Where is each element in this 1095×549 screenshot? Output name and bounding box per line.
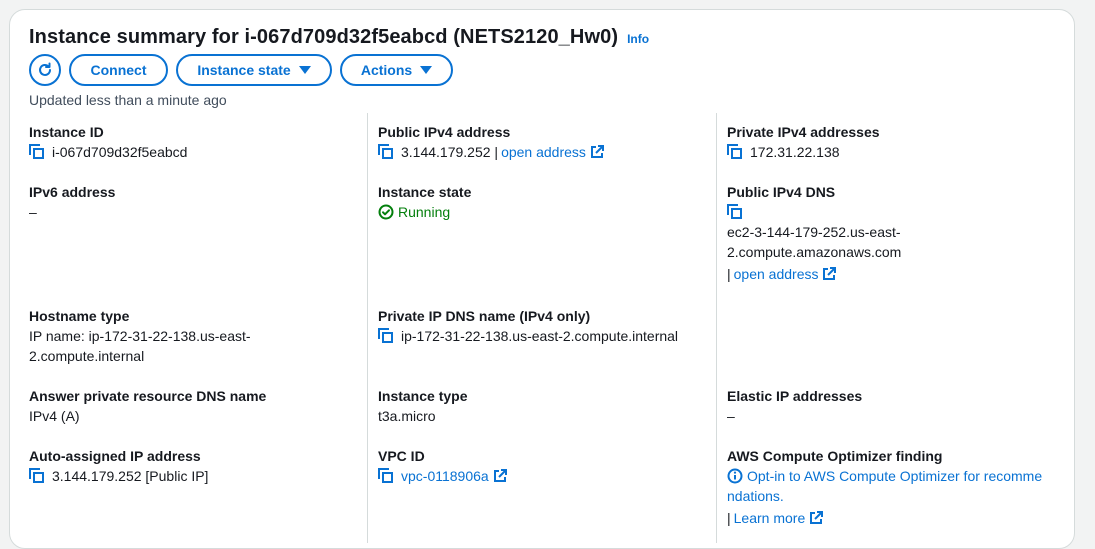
field-public-ipv4: Public IPv4 address 3.144.179.252 | open … [378,122,604,162]
instance-id-value: i-067d709d32f5eabcd [52,144,188,160]
copy-icon[interactable] [378,144,394,160]
private-dns-value: ip-172-31-22-138.us-east-2.compute.inter… [401,328,679,344]
field-label: Public IPv4 DNS [727,184,836,200]
field-label: Public IPv4 address [378,124,511,140]
field-instance-id: Instance ID i-067d709d32f5eabcd [29,122,187,162]
public-ipv4-value: 3.144.179.252 [401,144,491,160]
actions-label: Actions [360,62,413,78]
copy-icon[interactable] [29,468,45,484]
field-public-dns: Public IPv4 DNS ec2-3-144-179-252.us-eas… [727,182,901,284]
field-label: Hostname type [29,308,130,324]
field-hostname-type: Hostname type IP name: ip-172-31-22-138.… [29,306,251,366]
external-link-icon[interactable] [590,145,604,159]
field-label: Elastic IP addresses [727,388,863,404]
elastic-ip-value: – [727,408,735,424]
refresh-button[interactable] [29,54,61,86]
vpc-id-link[interactable]: vpc-0118906a [401,468,489,484]
public-dns-value-line1: ec2-3-144-179-252.us-east- [727,224,901,240]
connect-button[interactable]: Connect [69,54,168,86]
instance-type-value: t3a.micro [378,408,436,424]
column-divider [367,113,368,543]
caret-down-icon [420,66,433,74]
field-label: AWS Compute Optimizer finding [727,448,943,464]
info-icon [727,468,743,484]
auto-ip-value: 3.144.179.252 [Public IP] [52,468,209,484]
field-label: Private IPv4 addresses [727,124,880,140]
check-circle-icon [378,204,394,220]
field-label: Auto-assigned IP address [29,448,201,464]
hostname-value-line1: IP name: ip-172-31-22-138.us-east- [29,328,251,344]
copy-icon[interactable] [727,204,743,220]
field-label: Instance state [378,184,472,200]
updated-text: Updated less than a minute ago [29,92,227,108]
field-vpc-id: VPC ID vpc-0118906a [378,446,507,486]
field-private-ipv4: Private IPv4 addresses 172.31.22.138 [727,122,880,162]
copy-icon[interactable] [378,328,394,344]
field-instance-type: Instance type t3a.micro [378,386,467,426]
field-ipv6: IPv6 address – [29,182,115,222]
separator: | [494,144,499,160]
copy-icon[interactable] [378,468,394,484]
ipv6-value: – [29,204,37,220]
optimizer-link-line2[interactable]: ndations. [727,486,1042,506]
actions-button[interactable]: Actions [340,54,453,86]
field-label: Instance ID [29,124,104,140]
external-link-icon[interactable] [493,469,507,483]
field-label: IPv6 address [29,184,116,200]
learn-more-link[interactable]: Learn more [734,510,806,526]
field-auto-ip: Auto-assigned IP address 3.144.179.252 [… [29,446,208,486]
header: Instance summary for i-067d709d32f5eabcd… [29,26,649,49]
field-label: Private IP DNS name (IPv4 only) [378,308,591,324]
refresh-icon [39,62,51,76]
external-link-icon[interactable] [822,267,837,281]
public-dns-value-line2: 2.compute.amazonaws.com [727,244,902,260]
hostname-value-line2: 2.compute.internal [29,348,145,364]
separator: | [727,266,731,282]
field-private-dns: Private IP DNS name (IPv4 only) ip-172-3… [378,306,678,346]
column-divider [716,113,717,543]
field-compute-optimizer: AWS Compute Optimizer finding Opt-in to … [727,446,1042,528]
connect-label: Connect [90,62,147,78]
caret-down-icon [298,66,311,74]
private-ipv4-value: 172.31.22.138 [750,144,840,160]
external-link-icon[interactable] [809,511,824,525]
optimizer-link-line1[interactable]: Opt-in to AWS Compute Optimizer for reco… [747,468,1042,484]
field-label: Instance type [378,388,468,404]
open-address-link[interactable]: open address [734,266,819,282]
answer-dns-value: IPv4 (A) [29,408,80,424]
separator: | [727,510,731,526]
instance-state-button[interactable]: Instance state [176,54,332,86]
field-instance-state: Instance state Running [378,182,471,222]
field-label: VPC ID [378,448,425,464]
field-elastic-ip: Elastic IP addresses – [727,386,862,426]
open-address-link[interactable]: open address [501,144,586,160]
info-link[interactable]: Info [627,32,649,46]
field-answer-dns: Answer private resource DNS name IPv4 (A… [29,386,266,426]
copy-icon[interactable] [29,144,45,160]
copy-icon[interactable] [727,144,743,160]
page-title: Instance summary for i-067d709d32f5eabcd… [29,26,619,48]
instance-state-value: Running [398,204,451,220]
field-label: Answer private resource DNS name [29,388,267,404]
instance-state-label: Instance state [197,62,291,78]
